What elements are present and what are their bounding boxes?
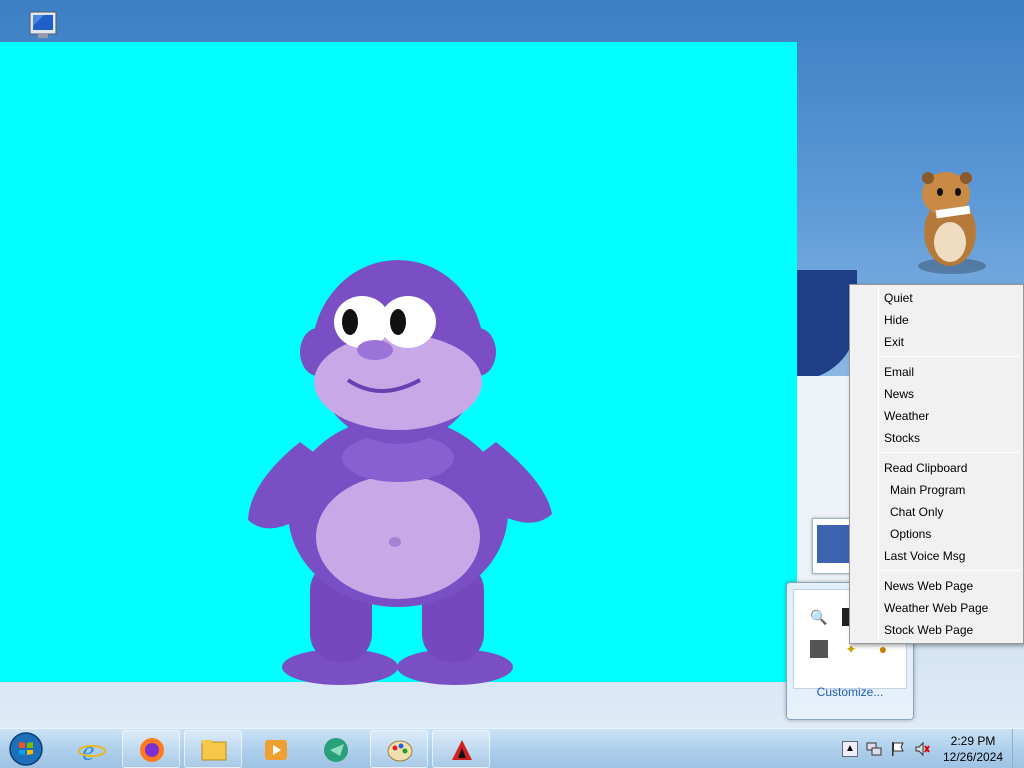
menu-separator <box>880 356 1020 357</box>
show-hidden-icons-button[interactable]: ▲ <box>842 741 858 757</box>
menu-item-last-voice-msg[interactable]: Last Voice Msg <box>884 545 965 567</box>
menu-item-quiet[interactable]: Quiet <box>884 287 913 309</box>
hamster-character[interactable] <box>906 164 992 276</box>
customize-link[interactable]: Customize... <box>787 685 913 699</box>
computer-desktop-icon[interactable] <box>14 8 58 42</box>
action-center-flag-icon[interactable] <box>890 741 906 757</box>
menu-separator <box>880 452 1020 453</box>
menu-item-chat-only[interactable]: Chat Only <box>890 501 943 523</box>
menu-item-weather-web-page[interactable]: Weather Web Page <box>884 597 988 619</box>
firefox-icon[interactable] <box>122 730 180 768</box>
wallpaper-arc <box>797 270 857 380</box>
menu-separator <box>880 570 1020 571</box>
paint-icon[interactable] <box>370 730 428 768</box>
menu-item-read-clipboard[interactable]: Read Clipboard <box>884 457 967 479</box>
volume-muted-icon[interactable] <box>914 741 930 757</box>
menu-item-stock-web-page[interactable]: Stock Web Page <box>884 619 973 641</box>
search-tray-icon[interactable]: 🔍 <box>810 608 828 626</box>
menu-item-exit[interactable]: Exit <box>884 331 904 353</box>
menu-item-hide[interactable]: Hide <box>884 309 909 331</box>
menu-gutter <box>878 287 879 641</box>
svg-text:e: e <box>82 736 94 764</box>
bonzi-parrot-icon[interactable] <box>306 730 364 768</box>
bonzi-buddy-window[interactable] <box>0 42 797 685</box>
bonzi-context-menu: Quiet Hide Exit Email News Weather Stocks Read … <box>849 284 1024 644</box>
settings-tray-icon[interactable] <box>810 640 828 658</box>
clock-date: 12/26/2024 <box>942 750 1004 764</box>
bonzi-gorilla-character[interactable] <box>240 242 556 692</box>
menu-item-email[interactable]: Email <box>884 361 914 383</box>
media-player-icon[interactable] <box>246 730 304 768</box>
menu-item-options[interactable]: Options <box>890 523 931 545</box>
menu-item-weather[interactable]: Weather <box>884 405 929 427</box>
menu-item-stocks[interactable]: Stocks <box>884 427 920 449</box>
menu-item-news[interactable]: News <box>884 383 914 405</box>
menu-item-main-program[interactable]: Main Program <box>890 479 965 501</box>
menu-item-news-web-page[interactable]: News Web Page <box>884 575 973 597</box>
network-icon[interactable] <box>866 741 882 757</box>
clock[interactable]: 2:29 PM 12/26/2024 <box>940 733 1006 765</box>
window-thumbnail <box>812 518 852 574</box>
show-desktop-button[interactable] <box>1012 729 1024 768</box>
internet-explorer-icon[interactable]: e <box>62 730 120 768</box>
bonzi-app-icon[interactable] <box>432 730 490 768</box>
taskbar: e ▲ 2:29 PM 12/26/2024 <box>0 728 1024 768</box>
start-button[interactable] <box>6 731 46 767</box>
file-explorer-icon[interactable] <box>184 730 242 768</box>
clock-time: 2:29 PM <box>950 734 996 748</box>
